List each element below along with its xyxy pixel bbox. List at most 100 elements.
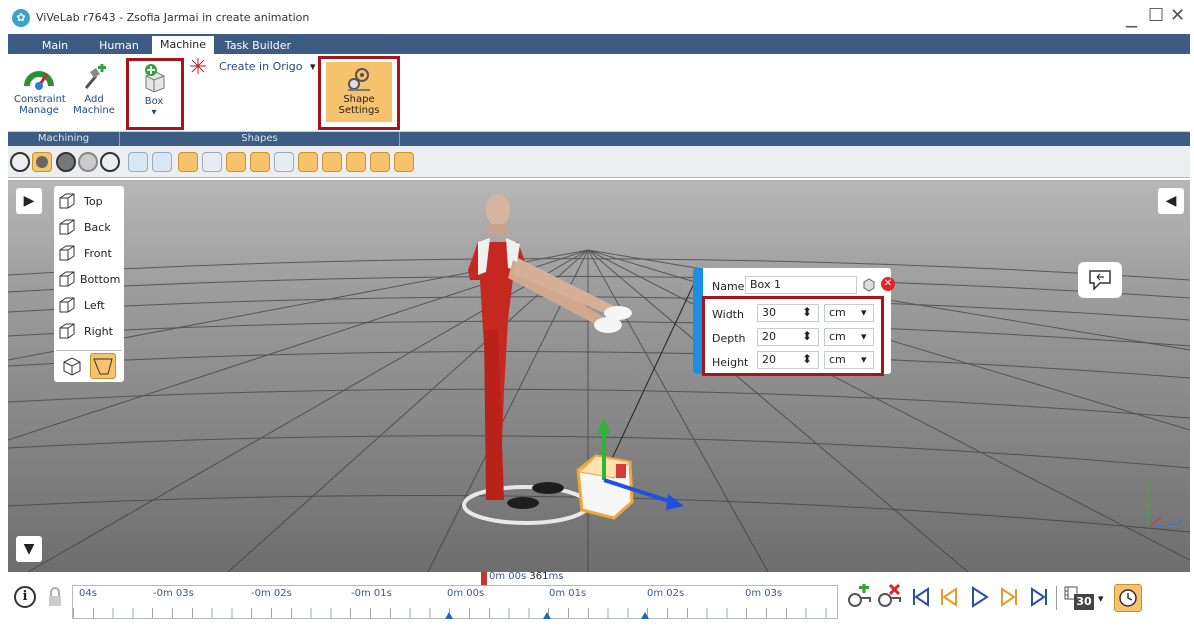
delete-shape-icon[interactable]: ✕ — [881, 277, 895, 291]
view-top[interactable]: Top — [58, 190, 122, 214]
view-left-label: Left — [84, 299, 105, 312]
box-highlight-frame — [126, 58, 184, 130]
toolbar-separator — [1056, 586, 1057, 610]
manage-label: Manage — [19, 105, 59, 116]
go-to-start-icon[interactable] — [908, 584, 934, 610]
view-right-label: Right — [84, 325, 113, 338]
add-keyframe-button[interactable] — [846, 584, 872, 610]
close-button[interactable]: ✕ — [1170, 4, 1185, 28]
transparent-sphere-icon[interactable] — [78, 152, 98, 172]
keyframe-marker[interactable] — [445, 612, 453, 619]
show-clothes-icon[interactable] — [202, 152, 222, 172]
view-back-label: Back — [84, 221, 111, 234]
select-human-icon[interactable] — [128, 152, 148, 172]
current-time-readout: 0m 00s 361ms — [489, 571, 563, 582]
show-gizmo-icon[interactable] — [346, 152, 366, 172]
view-top-label: Top — [84, 195, 103, 208]
tab-machine[interactable]: Machine — [152, 36, 214, 54]
lock-icon[interactable] — [48, 587, 62, 607]
dimensions-highlight-frame — [702, 296, 884, 376]
current-time-minutes: 0m — [489, 571, 506, 582]
cube-top-icon — [59, 193, 75, 209]
realtime-clock-button[interactable] — [1114, 584, 1142, 612]
show-grid-icon[interactable] — [298, 152, 318, 172]
solid-sphere-icon[interactable] — [32, 152, 52, 172]
shaded-sphere-icon[interactable] — [56, 152, 76, 172]
machine-label: Machine — [73, 105, 115, 116]
show-floor-icon[interactable] — [370, 152, 390, 172]
create-in-origo-dropdown[interactable]: Create in Origo — [219, 60, 303, 73]
title-bar: ✿ ViVeLab r7643 - Zsofia Jarmai in creat… — [0, 0, 1194, 34]
wireframe-sphere-icon[interactable] — [10, 152, 30, 172]
projection-toggle — [56, 350, 122, 380]
cube-right-icon — [59, 323, 75, 339]
camera-view-menu: Top Back Front Bottom Left Right — [54, 186, 124, 382]
maximize-button[interactable]: ☐ — [1148, 4, 1164, 28]
go-to-end-icon[interactable] — [1026, 584, 1052, 610]
view-back[interactable]: Back — [58, 216, 122, 240]
delete-keyframe-button[interactable] — [876, 583, 902, 610]
info-icon[interactable]: i — [14, 586, 36, 608]
tab-human[interactable]: Human — [94, 38, 144, 54]
fps-value: 30 — [1074, 594, 1094, 610]
cube-bottom-icon — [59, 271, 75, 287]
next-keyframe-icon[interactable] — [996, 584, 1022, 610]
show-lights-icon[interactable] — [394, 152, 414, 172]
constraint-manage-button[interactable]: Constraint Manage — [14, 64, 66, 116]
create-in-origo-arrow[interactable]: ▾ — [310, 60, 316, 73]
previous-keyframe-icon[interactable] — [936, 584, 962, 610]
view-right[interactable]: Right — [58, 320, 122, 344]
tab-main[interactable]: Main — [30, 38, 80, 54]
show-shadows-icon[interactable] — [322, 152, 342, 172]
group-shapes-label: Shapes — [120, 132, 400, 146]
view-left[interactable]: Left — [58, 294, 122, 318]
ribbon-tab-bar: Main Human Machine Task Builder — [8, 34, 1190, 54]
constraint-gauge-icon — [24, 71, 54, 90]
show-skeleton-icon[interactable] — [274, 152, 294, 172]
select-group-icon[interactable] — [152, 152, 172, 172]
view-front[interactable]: Front — [58, 242, 122, 266]
show-body-icon[interactable] — [250, 152, 270, 172]
orthographic-cube-icon[interactable] — [90, 353, 116, 379]
right-panel-toggle[interactable]: ◀ — [1158, 188, 1184, 214]
ribbon-panel: Constraint Manage Add Machine Box ▾ Crea… — [8, 54, 1190, 132]
window-title: ViVeLab r7643 - Zsofia Jarmai in create … — [36, 11, 310, 24]
cube-front-icon — [59, 245, 75, 261]
speech-bubble-icon — [1089, 270, 1111, 291]
fps-selector[interactable]: 30 — [1064, 586, 1094, 612]
xray-sphere-icon[interactable] — [100, 152, 120, 172]
view-bottom[interactable]: Bottom — [58, 268, 122, 292]
hammer-add-icon — [84, 64, 106, 89]
show-hair-icon[interactable] — [178, 152, 198, 172]
add-label: Add — [84, 94, 104, 105]
group-machining-label: Machining — [8, 132, 120, 146]
left-panel-toggle[interactable]: ▶ — [16, 188, 42, 214]
comment-bubble-button[interactable] — [1078, 262, 1122, 298]
timeline-ruler[interactable]: 04s -0m 03s -0m 02s -0m 01s 0m 00s 0m 01… — [72, 585, 838, 619]
tick-label: 0m 03s — [745, 588, 783, 599]
name-label: Name — [712, 280, 745, 293]
keyframe-marker[interactable] — [641, 612, 649, 619]
3d-viewport[interactable]: z ▶ ◀ ▼ — [8, 180, 1190, 572]
app-logo-icon: ✿ — [12, 9, 30, 27]
tick-label: -0m 01s — [351, 588, 392, 599]
perspective-cube-icon[interactable] — [60, 355, 84, 377]
add-machine-button[interactable]: Add Machine — [72, 64, 116, 116]
cube-left-icon — [59, 297, 75, 313]
axis-z-label: z — [1176, 516, 1182, 529]
scene-canvas — [8, 180, 1190, 572]
current-time-ms: 361 — [529, 571, 549, 582]
show-skin-icon[interactable] — [226, 152, 246, 172]
bottom-panel-toggle[interactable]: ▼ — [16, 536, 42, 562]
keyframe-marker[interactable] — [543, 612, 551, 619]
tick-label: 0m 01s — [549, 588, 587, 599]
minimize-button[interactable]: _ — [1126, 4, 1137, 28]
name-field[interactable]: Box 1 — [745, 276, 857, 294]
constraint-label: Constraint — [14, 94, 66, 105]
fps-dropdown-arrow[interactable]: ▾ — [1098, 592, 1104, 605]
tab-task-builder[interactable]: Task Builder — [220, 38, 296, 54]
shape-material-icon[interactable] — [862, 278, 876, 292]
play-icon[interactable] — [966, 584, 992, 610]
tick-label: 0m 00s — [447, 588, 485, 599]
ribbon-group-labels: Machining Shapes — [8, 132, 1190, 146]
